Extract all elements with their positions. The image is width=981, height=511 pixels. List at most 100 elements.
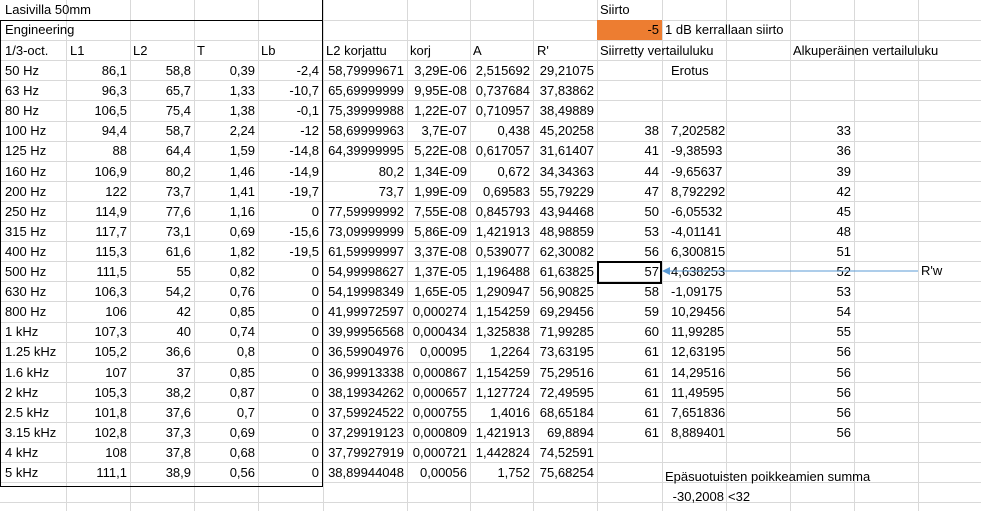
- header-l1[interactable]: L1: [70, 41, 84, 61]
- cell-korj[interactable]: 0,000809: [407, 423, 467, 443]
- cell-f[interactable]: 1.25 kHz: [5, 342, 65, 362]
- cell-lb[interactable]: -19,7: [258, 182, 319, 202]
- cell-a[interactable]: 1,421913: [470, 222, 530, 242]
- cell-r[interactable]: 29,21075: [533, 61, 594, 81]
- cell-r[interactable]: 37,83862: [533, 81, 594, 101]
- cell-l2k[interactable]: 37,59924522: [323, 403, 404, 423]
- cell-korj[interactable]: 1,65E-05: [407, 282, 467, 302]
- engineering-label[interactable]: Engineering: [5, 20, 74, 40]
- cell-l2[interactable]: 54,2: [130, 282, 191, 302]
- cell-a[interactable]: 0,438: [470, 121, 530, 141]
- cell-lb[interactable]: 0: [258, 282, 319, 302]
- sheet-title[interactable]: Lasivilla 50mm: [5, 0, 91, 20]
- cell-l2k[interactable]: 58,79999671: [323, 61, 404, 81]
- cell-t[interactable]: 1,38: [194, 101, 255, 121]
- cell-korj[interactable]: 0,000657: [407, 383, 467, 403]
- cell-a[interactable]: 1,325838: [470, 322, 530, 342]
- cell-s[interactable]: 50: [597, 202, 659, 222]
- cell-korj[interactable]: 0,000274: [407, 302, 467, 322]
- cell-t[interactable]: 2,24: [194, 121, 255, 141]
- header-l2-korjattu[interactable]: L2 korjattu: [326, 41, 387, 61]
- cell-e[interactable]: 7,651836: [671, 403, 741, 423]
- cell-e[interactable]: 11,49595: [671, 383, 741, 403]
- cell-f[interactable]: 5 kHz: [5, 463, 65, 483]
- cell-o[interactable]: 56: [790, 342, 851, 362]
- cell-t[interactable]: 0,56: [194, 463, 255, 483]
- cell-l1[interactable]: 105,3: [66, 383, 127, 403]
- cell-o[interactable]: 56: [790, 423, 851, 443]
- cell-r[interactable]: 48,98859: [533, 222, 594, 242]
- cell-e[interactable]: 8,889401: [671, 423, 741, 443]
- cell-o[interactable]: [790, 81, 851, 101]
- cell-a[interactable]: 1,154259: [470, 302, 530, 322]
- cell-l2[interactable]: 61,6: [130, 242, 191, 262]
- cell-lb[interactable]: -12: [258, 121, 319, 141]
- cell-l2k[interactable]: 41,99972597: [323, 302, 404, 322]
- cell-l1[interactable]: 114,9: [66, 202, 127, 222]
- cell-l1[interactable]: 107,3: [66, 322, 127, 342]
- cell-o[interactable]: 53: [790, 282, 851, 302]
- cell-e[interactable]: [671, 81, 741, 101]
- cell-f[interactable]: 200 Hz: [5, 182, 65, 202]
- cell-l1[interactable]: 107: [66, 363, 127, 383]
- cell-l2k[interactable]: 37,79927919: [323, 443, 404, 463]
- cell-a[interactable]: 1,196488: [470, 262, 530, 282]
- cell-a[interactable]: 2,515692: [470, 61, 530, 81]
- cell-t[interactable]: 1,41: [194, 182, 255, 202]
- cell-korj[interactable]: 5,86E-09: [407, 222, 467, 242]
- cell-lb[interactable]: -14,9: [258, 162, 319, 182]
- header-korj[interactable]: korj: [410, 41, 431, 61]
- cell-t[interactable]: 1,16: [194, 202, 255, 222]
- cell-l2[interactable]: 55: [130, 262, 191, 282]
- cell-s[interactable]: 60: [597, 322, 659, 342]
- cell-l2k[interactable]: 37,29919123: [323, 423, 404, 443]
- cell-r[interactable]: 62,30082: [533, 242, 594, 262]
- cell-t[interactable]: 0,87: [194, 383, 255, 403]
- cell-s[interactable]: 61: [597, 403, 659, 423]
- cell-o[interactable]: 45: [790, 202, 851, 222]
- cell-lb[interactable]: 0: [258, 383, 319, 403]
- cell-s[interactable]: [597, 81, 659, 101]
- cell-korj[interactable]: 0,00056: [407, 463, 467, 483]
- cell-l2[interactable]: 77,6: [130, 202, 191, 222]
- header-octave[interactable]: 1/3-oct.: [5, 41, 48, 61]
- cell-l1[interactable]: 105,2: [66, 342, 127, 362]
- sum-label[interactable]: Epäsuotuisten poikkeamien summa: [665, 467, 870, 487]
- siirto-value[interactable]: -5: [597, 20, 659, 40]
- cell-korj[interactable]: 0,000755: [407, 403, 467, 423]
- cell-s[interactable]: 47: [597, 182, 659, 202]
- cell-t[interactable]: 0,7: [194, 403, 255, 423]
- cell-o[interactable]: [790, 101, 851, 121]
- cell-lb[interactable]: 0: [258, 342, 319, 362]
- cell-f[interactable]: 1.6 kHz: [5, 363, 65, 383]
- cell-r[interactable]: 31,61407: [533, 141, 594, 161]
- rw-label[interactable]: R'w: [921, 261, 942, 281]
- cell-s[interactable]: 61: [597, 363, 659, 383]
- cell-l1[interactable]: 106: [66, 302, 127, 322]
- cell-l2k[interactable]: 61,59999997: [323, 242, 404, 262]
- cell-l2k[interactable]: 39,99956568: [323, 322, 404, 342]
- cell-o[interactable]: 55: [790, 322, 851, 342]
- cell-lb[interactable]: -2,4: [258, 61, 319, 81]
- cell-a[interactable]: 1,290947: [470, 282, 530, 302]
- cell-e[interactable]: [671, 61, 741, 81]
- cell-l2[interactable]: 36,6: [130, 342, 191, 362]
- cell-o[interactable]: 48: [790, 222, 851, 242]
- cell-e[interactable]: 12,63195: [671, 342, 741, 362]
- cell-l1[interactable]: 111,5: [66, 262, 127, 282]
- cell-o[interactable]: 39: [790, 162, 851, 182]
- cell-t[interactable]: 0,85: [194, 302, 255, 322]
- cell-a[interactable]: 0,69583: [470, 182, 530, 202]
- cell-l2[interactable]: 58,8: [130, 61, 191, 81]
- cell-r[interactable]: 71,99285: [533, 322, 594, 342]
- cell-l2k[interactable]: 54,99998627: [323, 262, 404, 282]
- cell-l2k[interactable]: 58,69999963: [323, 121, 404, 141]
- cell-l2[interactable]: 40: [130, 322, 191, 342]
- sum-value[interactable]: -30,2008: [662, 487, 724, 507]
- cell-korj[interactable]: 1,34E-09: [407, 162, 467, 182]
- cell-f[interactable]: 2 kHz: [5, 383, 65, 403]
- siirto-label[interactable]: Siirto: [600, 0, 630, 20]
- cell-s[interactable]: 61: [597, 342, 659, 362]
- cell-f[interactable]: 500 Hz: [5, 262, 65, 282]
- header-lb[interactable]: Lb: [261, 41, 275, 61]
